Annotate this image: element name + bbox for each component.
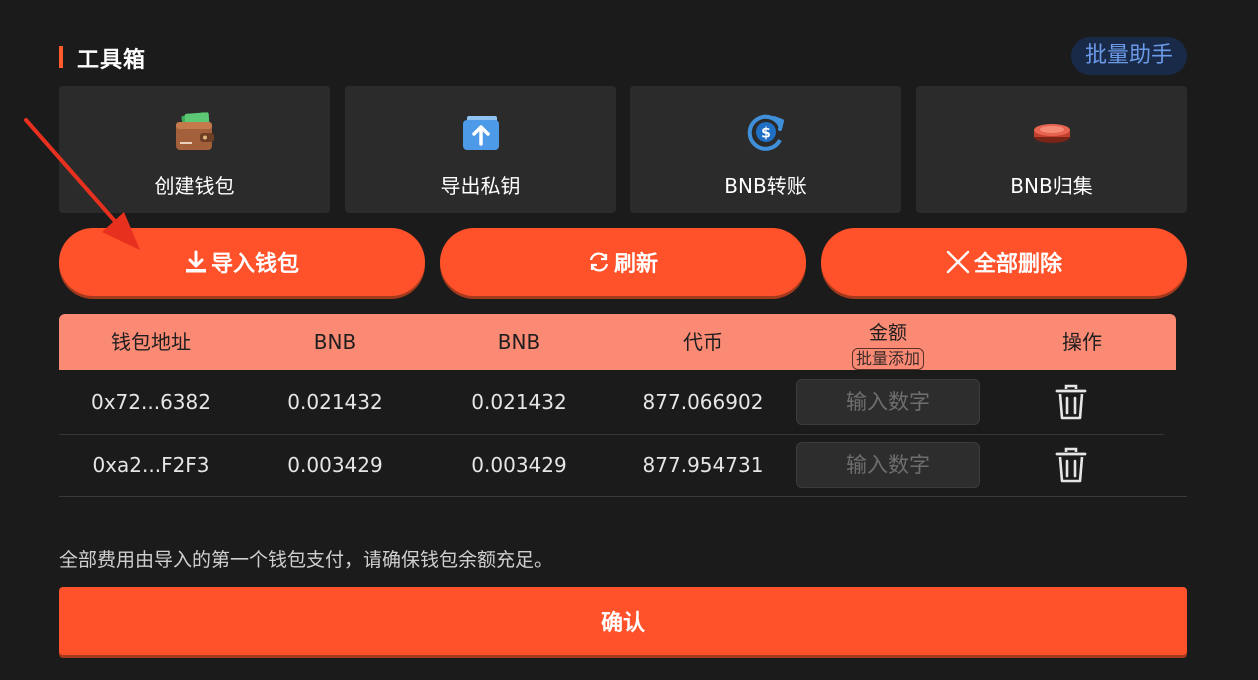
cell-address: 0xa2...F2F3: [92, 453, 210, 477]
header-token: 代币: [683, 330, 723, 354]
header-address: 钱包地址: [111, 330, 191, 354]
header-amount-label: 金额: [868, 322, 907, 344]
cell-bnb-2: 0.021432: [471, 390, 567, 414]
refresh-button[interactable]: 刷新: [440, 228, 806, 296]
cell-address: 0x72...6382: [91, 390, 211, 414]
table-divider: [59, 496, 1187, 497]
wallet-table-header: 钱包地址 BNB BNB 代币 金额 批量添加 操作: [59, 314, 1176, 370]
coin-stack-icon: [1033, 124, 1070, 143]
cell-token: 877.066902: [642, 390, 764, 414]
cell-bnb: 0.003429: [287, 453, 383, 477]
page-title: 工具箱: [77, 48, 147, 73]
amount-input[interactable]: [796, 442, 980, 488]
tool-label: 导出私钥: [440, 174, 521, 198]
amount-input[interactable]: [796, 379, 980, 425]
import-wallet-label: 导入钱包: [210, 252, 299, 277]
delete-all-button[interactable]: 全部删除: [821, 228, 1187, 296]
header-bnb: BNB: [313, 330, 357, 354]
toolbox-header: 工具箱 批量助手: [59, 37, 1187, 76]
tool-export-key[interactable]: 导出私钥: [345, 86, 616, 213]
confirm-button[interactable]: 确认: [59, 587, 1187, 655]
header-bnb-2: BNB: [497, 330, 541, 354]
tool-bnb-collect[interactable]: BNB归集: [916, 86, 1187, 213]
batch-add-button[interactable]: 批量添加: [851, 348, 924, 370]
refresh-icon: [589, 252, 609, 272]
tool-label: BNB归集: [1010, 174, 1093, 198]
cell-bnb: 0.021432: [287, 390, 383, 414]
close-icon: [946, 250, 970, 274]
tool-label: 创建钱包: [154, 174, 235, 198]
title-accent-bar: [59, 46, 63, 68]
export-key-icon: [462, 116, 499, 150]
tool-label: BNB转账: [724, 174, 807, 198]
table-row: 0x72...6382 0.021432 0.021432 877.066902: [59, 371, 1164, 435]
cell-bnb-2: 0.003429: [471, 453, 567, 477]
svg-text:$: $: [761, 126, 771, 142]
tool-create-wallet[interactable]: 创建钱包: [59, 86, 330, 213]
fee-note: 全部费用由导入的第一个钱包支付，请确保钱包余额充足。: [59, 549, 554, 571]
transfer-coin-icon: $: [747, 114, 784, 151]
delete-all-label: 全部删除: [973, 252, 1062, 277]
header-operation: 操作: [1062, 330, 1102, 354]
batch-assist-button[interactable]: 批量助手: [1070, 37, 1187, 75]
download-icon: [185, 250, 206, 273]
trash-icon[interactable]: [1055, 384, 1087, 420]
cell-token: 877.954731: [642, 453, 764, 477]
refresh-label: 刷新: [613, 252, 658, 277]
trash-icon[interactable]: [1055, 447, 1087, 483]
header-amount: 金额 批量添加: [796, 314, 980, 370]
wallet-icon: [175, 112, 214, 150]
tool-bnb-transfer[interactable]: $ BNB转账: [630, 86, 901, 213]
tool-grid: 创建钱包 导出私钥 $ BNB转账 BNB归集: [59, 86, 1187, 213]
table-row: 0xa2...F2F3 0.003429 0.003429 877.954731: [59, 434, 1164, 497]
import-wallet-button[interactable]: 导入钱包: [59, 228, 425, 296]
